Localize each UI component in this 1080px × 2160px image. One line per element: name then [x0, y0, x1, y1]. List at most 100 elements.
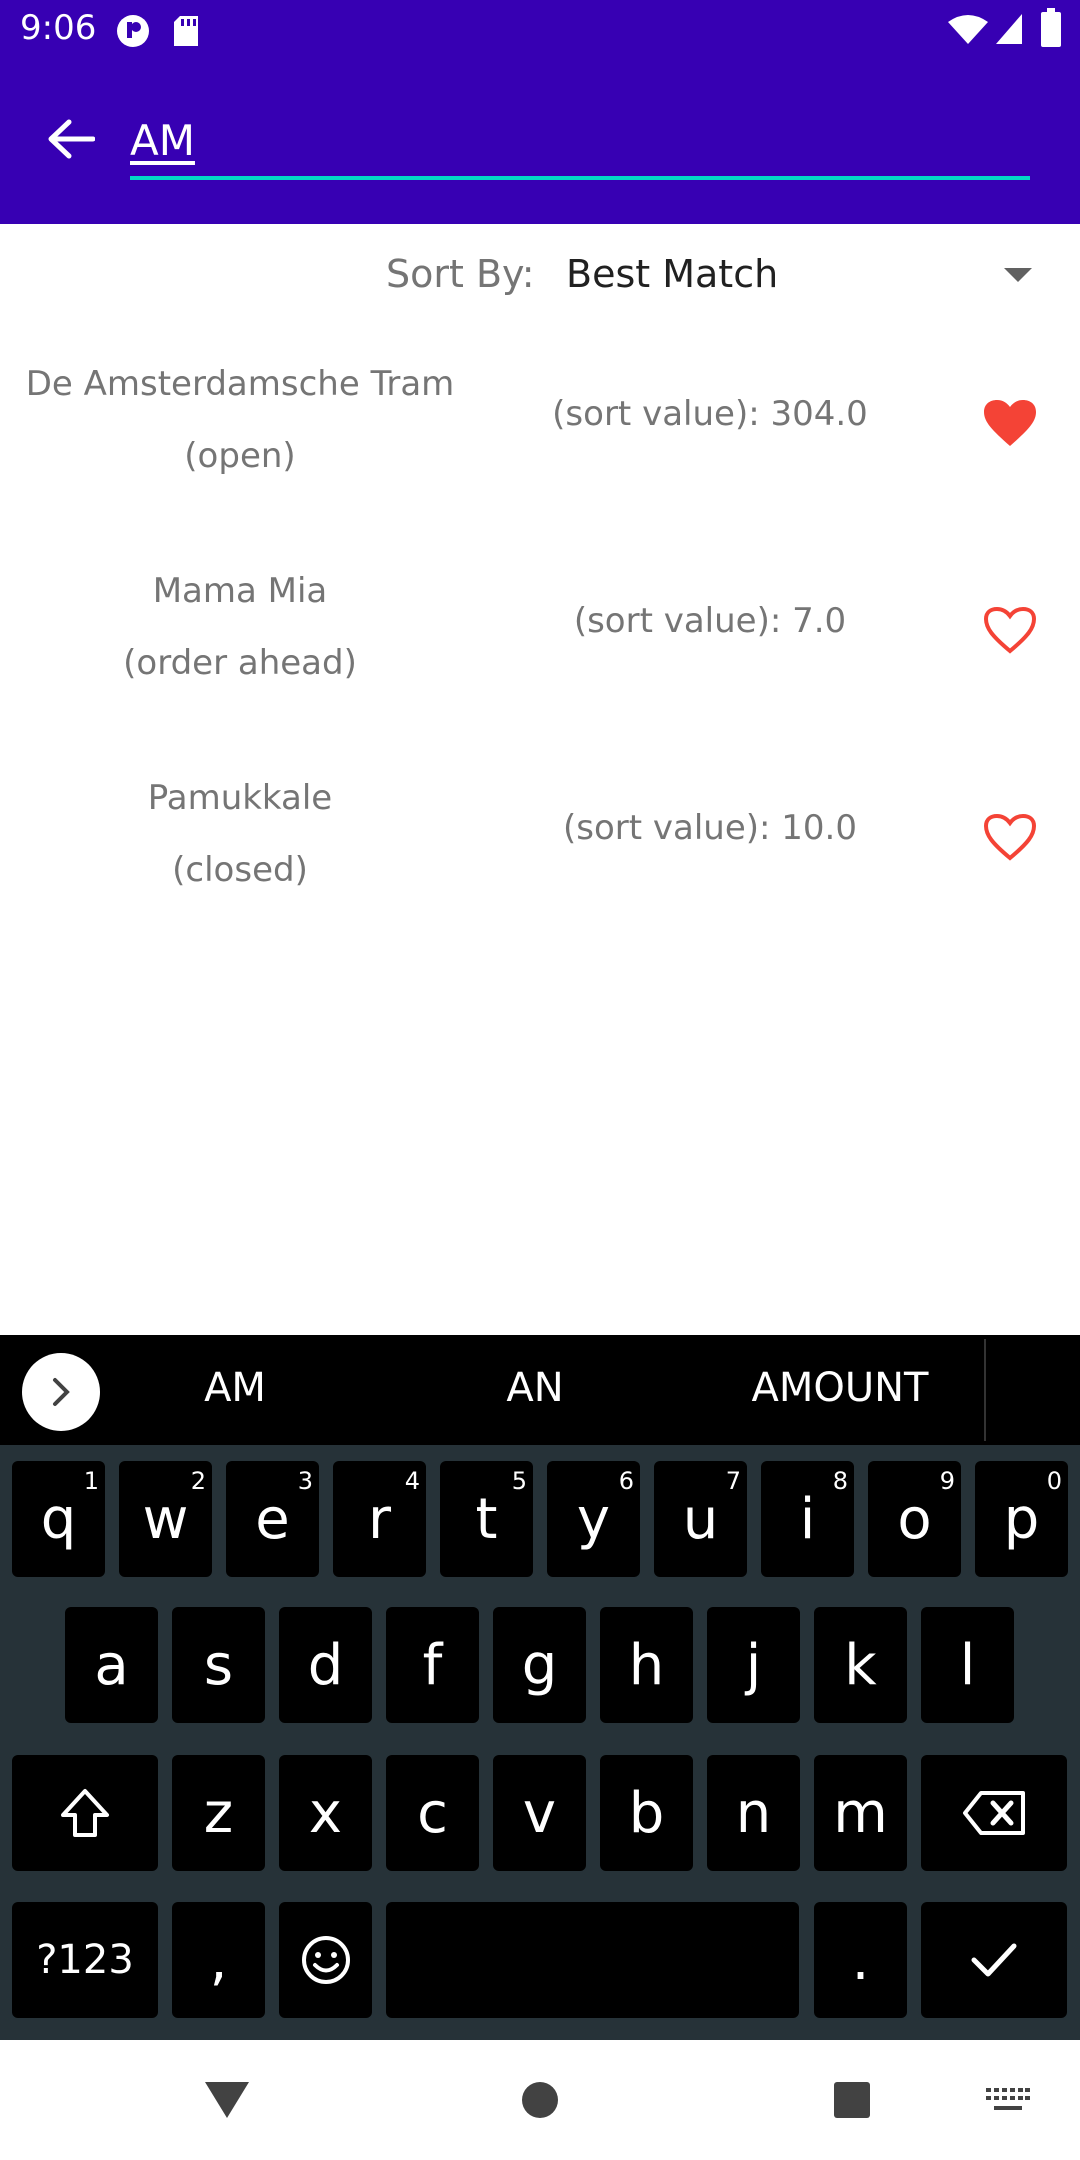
key-d[interactable]: d	[279, 1607, 372, 1723]
key-x-label: x	[308, 1780, 343, 1846]
key-hint: 5	[511, 1467, 527, 1495]
key-o[interactable]: o9	[868, 1461, 961, 1577]
key-g[interactable]: g	[493, 1607, 586, 1723]
key-t-label: t	[475, 1486, 498, 1552]
key-y-label: y	[576, 1486, 611, 1552]
soft-keyboard: AM AN AMOUNT q1w2e3r4t5y6u7i8o9p0asdfghj…	[0, 1335, 1080, 2040]
done-key[interactable]	[921, 1902, 1067, 2018]
key-e[interactable]: e3	[226, 1461, 319, 1577]
key-y[interactable]: y6	[547, 1461, 640, 1577]
key-v[interactable]: v	[493, 1755, 586, 1871]
shift-key[interactable]	[12, 1755, 158, 1871]
key-w-label: w	[142, 1486, 189, 1552]
status-time: 9:06	[20, 8, 97, 48]
key-r[interactable]: r4	[333, 1461, 426, 1577]
navigation-bar	[0, 2040, 1080, 2160]
emoji-key[interactable]	[279, 1902, 372, 2018]
key-o-label: o	[897, 1486, 932, 1552]
key-q[interactable]: q1	[12, 1461, 105, 1577]
key-i-label: i	[799, 1486, 816, 1552]
key-b-label: b	[628, 1780, 665, 1846]
key-u-label: u	[682, 1486, 719, 1552]
key-a-label: a	[94, 1632, 129, 1698]
checkmark-icon	[971, 1943, 1017, 1977]
restaurant-status: (order ahead)	[123, 643, 357, 683]
sort-by-label: Sort By:	[386, 252, 535, 296]
key-hint: 6	[618, 1467, 634, 1495]
key-p[interactable]: p0	[975, 1461, 1068, 1577]
key-k-label: k	[844, 1632, 877, 1698]
key-m-label: m	[833, 1780, 888, 1846]
key-l[interactable]: l	[921, 1607, 1014, 1723]
key-t[interactable]: t5	[440, 1461, 533, 1577]
keyboard-switch-icon[interactable]	[986, 2088, 1030, 2114]
space-key[interactable]	[386, 1902, 799, 2018]
key-j-label: j	[745, 1632, 762, 1698]
restaurant-name: Mama Mia	[152, 571, 328, 611]
symbols-key-label: ?123	[36, 1937, 134, 1983]
key-h[interactable]: h	[600, 1607, 693, 1723]
restaurant-info: Pamukkale (closed)	[0, 762, 480, 906]
nav-recents-button[interactable]	[834, 2082, 870, 2118]
comma-key[interactable]: ,	[172, 1902, 265, 2018]
back-button[interactable]	[36, 104, 106, 174]
key-z[interactable]: z	[172, 1755, 265, 1871]
key-f[interactable]: f	[386, 1607, 479, 1723]
key-r-label: r	[367, 1486, 392, 1552]
key-d-label: d	[307, 1632, 344, 1698]
key-k[interactable]: k	[814, 1607, 907, 1723]
favorite-button[interactable]	[974, 390, 1046, 456]
favorite-button[interactable]	[974, 597, 1046, 663]
sort-selected-value: Best Match	[566, 252, 779, 296]
restaurant-info: Mama Mia (order ahead)	[0, 555, 480, 699]
key-hint: 1	[83, 1467, 99, 1495]
restaurant-name: Pamukkale	[147, 778, 333, 818]
app-notification-icon	[117, 15, 149, 47]
list-item[interactable]: De Amsterdamsche Tram (open) (sort value…	[0, 348, 1080, 548]
key-c[interactable]: c	[386, 1755, 479, 1871]
sort-dropdown[interactable]: Best Match	[560, 240, 1050, 306]
status-bar: 9:06	[0, 0, 1080, 62]
key-f-label: f	[422, 1632, 443, 1698]
key-hint: 3	[297, 1467, 313, 1495]
key-g-label: g	[521, 1632, 558, 1698]
restaurant-name: De Amsterdamsche Tram	[25, 364, 455, 404]
key-p-label: p	[1003, 1486, 1040, 1552]
key-u[interactable]: u7	[654, 1461, 747, 1577]
nav-home-button[interactable]	[522, 2082, 558, 2118]
restaurant-info: De Amsterdamsche Tram (open)	[0, 348, 480, 492]
key-hint: 0	[1046, 1467, 1062, 1495]
symbols-key[interactable]: ?123	[12, 1902, 158, 2018]
list-item[interactable]: Pamukkale (closed) (sort value): 10.0	[0, 762, 1080, 962]
backspace-key[interactable]	[921, 1755, 1067, 1871]
period-key[interactable]: .	[814, 1902, 907, 2018]
key-j[interactable]: j	[707, 1607, 800, 1723]
keys-area: q 1 w 2 e 3 r 4 t 5 y 6 u 7 i 8 o 9 p 0 a s d f g h j k l z x c v b n m ?123…	[0, 1335, 1080, 2040]
key-s-label: s	[203, 1632, 234, 1698]
period-key-label: .	[851, 1927, 870, 1993]
sort-value: (sort value): 7.0	[573, 601, 847, 641]
restaurant-status: (closed)	[172, 850, 308, 890]
list-item[interactable]: Mama Mia (order ahead) (sort value): 7.0	[0, 555, 1080, 755]
key-s[interactable]: s	[172, 1607, 265, 1723]
key-i[interactable]: i8	[761, 1461, 854, 1577]
search-underline	[130, 176, 1030, 180]
key-w[interactable]: w2	[119, 1461, 212, 1577]
shift-icon	[61, 1789, 109, 1837]
favorite-button[interactable]	[974, 804, 1046, 870]
key-m[interactable]: m	[814, 1755, 907, 1871]
key-hint: 2	[190, 1467, 206, 1495]
backspace-icon	[963, 1791, 1025, 1835]
key-e-label: e	[255, 1486, 290, 1552]
key-b[interactable]: b	[600, 1755, 693, 1871]
signal-icon	[996, 14, 1022, 44]
search-input[interactable]: AM	[130, 112, 1030, 180]
key-l-label: l	[959, 1632, 976, 1698]
key-n[interactable]: n	[707, 1755, 800, 1871]
key-a[interactable]: a	[65, 1607, 158, 1723]
nav-back-button[interactable]	[205, 2082, 249, 2118]
emoji-icon	[301, 1936, 350, 1984]
search-query: AM	[130, 116, 195, 165]
key-v-label: v	[522, 1780, 557, 1846]
key-x[interactable]: x	[279, 1755, 372, 1871]
